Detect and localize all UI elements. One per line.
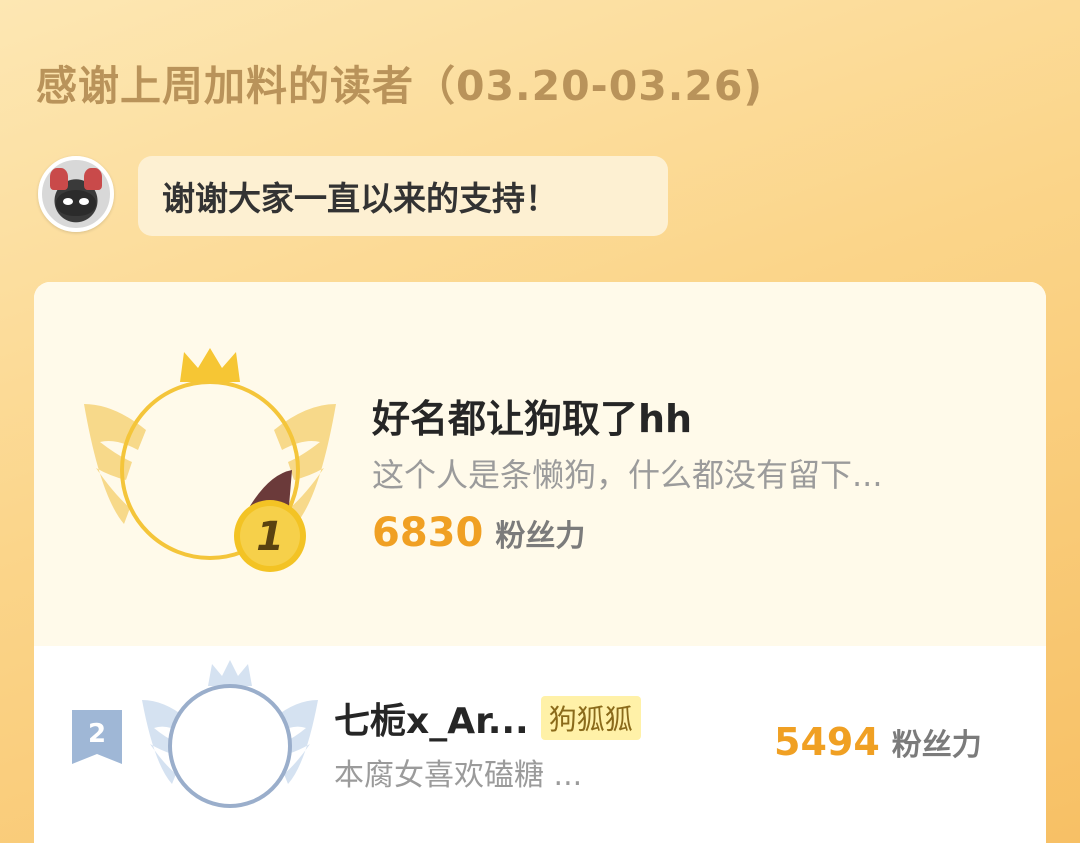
rank-1-bio: 这个人是条懒狗，什么都没有留下... [372,456,883,494]
rank-1-score-value: 6830 [372,510,484,556]
rank-1-number: 1 [256,514,284,560]
silver-crown-badge-icon [142,660,318,808]
rank-2-score-value: 5494 [774,720,880,764]
face [56,190,96,216]
rank-1-score-unit: 粉丝力 [495,519,586,554]
ear-left [50,168,68,190]
rank-2-entry[interactable]: 2 七栀x_Ar... 狗狐狐 本腐女喜欢磕糖 ... 5494 粉丝力 [34,646,1046,843]
mascot-avatar-icon[interactable] [38,156,114,232]
leaderboard-card: 1 好名都让狗取了hh 这个人是条懒狗，什么都没有留下... 6830 粉丝力 … [34,282,1046,843]
rank-1-entry[interactable]: 1 好名都让狗取了hh 这个人是条懒狗，什么都没有留下... 6830 粉丝力 [34,282,1046,646]
ear-right [84,168,102,190]
eye-left [63,198,73,205]
rank-2-number: 2 [88,719,106,749]
rank-2-bio: 本腐女喜欢磕糖 ... [334,758,583,793]
rank-2-score: 5494 粉丝力 [774,720,982,764]
fan-group-tag: 狗狐狐 [540,696,641,740]
rank-2-flag-icon: 2 [72,710,122,764]
rank-2-score-unit: 粉丝力 [891,728,982,763]
rank-1-score: 6830 粉丝力 [372,510,585,556]
page-title: 感谢上周加料的读者（03.20-03.26) [36,62,764,110]
gold-crown-badge-icon: 1 [84,348,336,572]
greeting-bubble: 谢谢大家一直以来的支持！ [138,156,668,236]
rank-2-name[interactable]: 七栀x_Ar... [334,692,529,744]
rank-1-name[interactable]: 好名都让狗取了hh [372,388,692,443]
eye-right [79,198,89,205]
rank-2-name-line: 七栀x_Ar... 狗狐狐 [334,692,641,744]
greeting-message: 谢谢大家一直以来的支持！ [162,179,558,218]
